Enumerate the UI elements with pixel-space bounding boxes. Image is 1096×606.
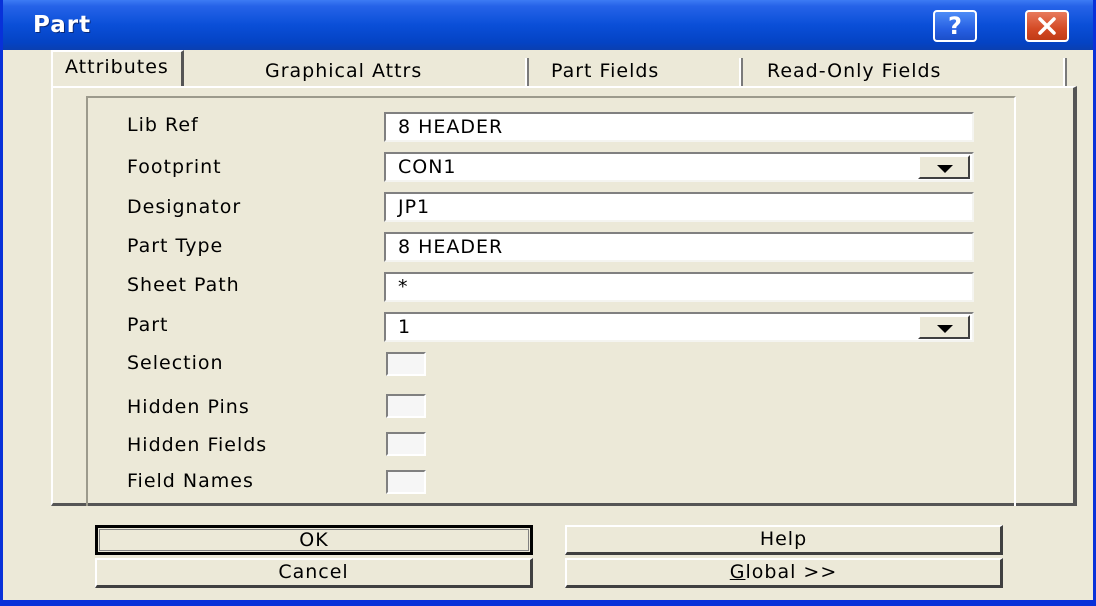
global-button[interactable]: Global >> — [565, 558, 1003, 588]
designator-field[interactable]: JP1 — [384, 192, 974, 222]
help-title-button[interactable]: ? — [933, 10, 977, 42]
sheet-path-label: Sheet Path — [127, 274, 240, 296]
ok-button[interactable]: OK — [95, 525, 533, 555]
part-label: Part — [127, 314, 169, 336]
sheet-path-field[interactable]: * — [384, 272, 974, 302]
selection-label: Selection — [127, 352, 224, 374]
window-bottom-border — [3, 600, 1096, 606]
triangle-down-icon — [937, 165, 953, 173]
part-combo[interactable]: 1 — [384, 312, 974, 342]
part-dialog: Part ? Attributes Graphical Attrs Part F… — [0, 0, 1096, 606]
tab-graphical-attrs[interactable]: Graphical Attrs — [265, 56, 422, 86]
hidden-pins-label: Hidden Pins — [127, 396, 250, 418]
global-mnemonic: G — [729, 561, 746, 583]
cancel-button[interactable]: Cancel — [95, 558, 533, 588]
selection-checkbox[interactable] — [386, 352, 426, 376]
lib-ref-label: Lib Ref — [127, 114, 199, 136]
footprint-dropdown-button[interactable] — [918, 155, 970, 179]
window-title: Part — [33, 12, 92, 38]
close-button[interactable] — [1025, 10, 1069, 42]
question-icon: ? — [948, 12, 962, 40]
field-names-checkbox[interactable] — [386, 470, 426, 494]
part-dropdown-button[interactable] — [918, 315, 970, 339]
tab-strip: Attributes Graphical Attrs Part Fields R… — [3, 50, 1093, 88]
tab-separator — [1063, 58, 1067, 86]
hidden-fields-checkbox[interactable] — [386, 432, 426, 456]
triangle-down-icon — [937, 325, 953, 333]
hidden-pins-checkbox[interactable] — [386, 394, 426, 418]
part-type-field[interactable]: 8 HEADER — [384, 232, 974, 262]
hidden-fields-label: Hidden Fields — [127, 434, 268, 456]
title-bar[interactable]: Part ? — [3, 0, 1093, 50]
tab-attributes[interactable]: Attributes — [51, 50, 184, 86]
tab-part-fields[interactable]: Part Fields — [551, 56, 659, 86]
close-icon — [1038, 17, 1056, 35]
footprint-label: Footprint — [127, 156, 222, 178]
part-type-label: Part Type — [127, 235, 224, 257]
part-value: 1 — [398, 316, 412, 338]
field-names-label: Field Names — [127, 470, 254, 492]
lib-ref-field[interactable]: 8 HEADER — [384, 112, 974, 142]
designator-label: Designator — [127, 196, 242, 218]
tab-separator — [525, 58, 529, 86]
tab-separator — [739, 58, 743, 86]
tab-read-only-fields[interactable]: Read-Only Fields — [767, 56, 941, 86]
help-button[interactable]: Help — [565, 525, 1003, 555]
footprint-value: CON1 — [398, 156, 457, 178]
global-label: lobal >> — [745, 561, 838, 583]
footprint-combo[interactable]: CON1 — [384, 152, 974, 182]
